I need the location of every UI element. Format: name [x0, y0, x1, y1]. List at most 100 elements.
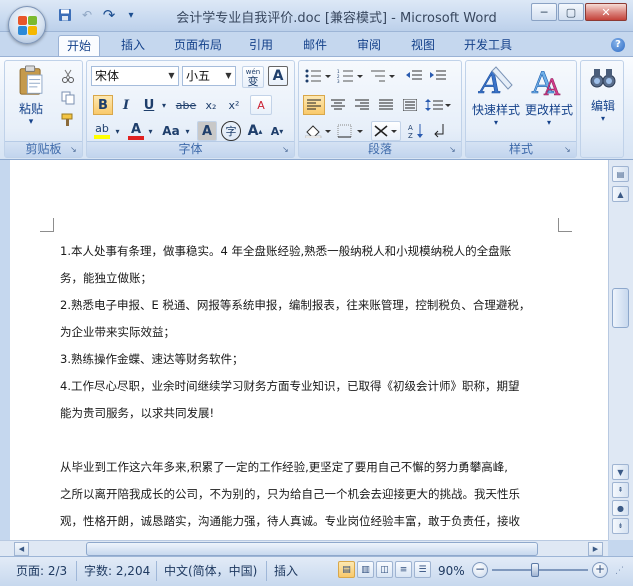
font-color-button[interactable]: A	[126, 121, 146, 141]
document-line[interactable]	[60, 427, 565, 454]
quick-styles-button[interactable]: A 快速样式 ▾	[469, 65, 523, 135]
minimize-button[interactable]: ─	[531, 3, 557, 21]
close-button[interactable]: ✕	[585, 3, 627, 21]
change-styles-button[interactable]: A A 更改样式 ▾	[522, 65, 576, 135]
document-line[interactable]: 3.熟练操作金蝶、速达等财务软件；	[60, 346, 565, 373]
enclose-characters-button[interactable]: 字	[221, 121, 241, 141]
document-line[interactable]: 2.熟悉电子申报、E 税通、网报等系统申报，编制报表，往来账管理，控制税负、合理…	[60, 292, 565, 319]
superscript-button[interactable]: x²	[224, 95, 244, 115]
multilevel-list-icon[interactable]	[367, 66, 397, 86]
editing-button[interactable]: 编辑 ▾	[583, 65, 623, 135]
scroll-up-button[interactable]: ▲	[612, 186, 629, 202]
copy-icon[interactable]	[59, 89, 77, 107]
resize-grip-icon[interactable]: ⋰	[615, 562, 624, 580]
show-marks-icon[interactable]	[429, 121, 451, 141]
tab-home[interactable]: 开始	[58, 35, 100, 56]
styles-launcher-icon[interactable]: ↘	[564, 145, 574, 155]
font-name-combo[interactable]: 宋体 ▼	[91, 66, 179, 86]
document-area[interactable]: 1.本人处事有条理，做事稳实。4 年全盘账经验,熟悉一般纳税人和小规模纳税人的全…	[0, 160, 608, 540]
highlight-button[interactable]: ab	[91, 121, 113, 141]
change-case-dropdown-icon[interactable]: ▾	[183, 121, 192, 141]
tab-references[interactable]: 引用	[240, 35, 282, 56]
align-center-icon[interactable]	[327, 95, 349, 115]
chinese-layout-icon[interactable]	[371, 121, 401, 141]
document-line[interactable]: 为企业带来实际效益；	[60, 319, 565, 346]
tab-page-layout[interactable]: 页面布局	[166, 35, 230, 56]
zoom-level[interactable]: 90%	[438, 562, 465, 580]
borders-icon[interactable]	[335, 121, 365, 141]
zoom-slider-thumb[interactable]	[530, 563, 539, 577]
document-line[interactable]: 1.本人处事有条理，做事稳实。4 年全盘账经验,熟悉一般纳税人和小规模纳税人的全…	[60, 238, 565, 265]
zoom-out-button[interactable]: −	[472, 562, 488, 578]
grow-font-button[interactable]: A ▴	[245, 121, 265, 141]
align-left-icon[interactable]	[303, 95, 325, 115]
bullets-icon[interactable]	[303, 66, 333, 86]
decrease-indent-icon[interactable]	[403, 66, 425, 86]
format-painter-icon[interactable]	[59, 111, 77, 129]
insert-mode-indicator[interactable]: 插入	[274, 562, 298, 580]
document-line[interactable]: 之所以离开陪我成长的公司，不为别的，只为给自己一个机会去迎接更大的挑战。我天性乐	[60, 481, 565, 508]
print-layout-view-icon[interactable]: ▤	[338, 561, 355, 578]
language-indicator[interactable]: 中文(简体，中国)	[164, 562, 257, 580]
clipboard-launcher-icon[interactable]: ↘	[70, 145, 80, 155]
italic-button[interactable]: I	[116, 95, 136, 115]
page-indicator[interactable]: 页面: 2/3	[16, 562, 67, 580]
font-size-combo[interactable]: 小五 ▼	[182, 66, 236, 86]
distributed-icon[interactable]	[399, 95, 421, 115]
tab-insert[interactable]: 插入	[112, 35, 154, 56]
character-shading-button[interactable]: A	[197, 121, 217, 141]
previous-page-icon[interactable]: ⇞	[612, 482, 629, 498]
document-line[interactable]: 观，性格开朗，诚恳踏实，沟通能力强，待人真诚。专业岗位经验丰富，敢于负责任，接收	[60, 508, 565, 535]
line-spacing-icon[interactable]	[423, 95, 453, 115]
scroll-left-button[interactable]: ◀	[14, 542, 29, 556]
tab-developer[interactable]: 开发工具	[456, 35, 520, 56]
vertical-scroll-thumb[interactable]	[612, 288, 629, 328]
tab-mailings[interactable]: 邮件	[294, 35, 336, 56]
underline-dropdown-icon[interactable]: ▾	[159, 95, 169, 115]
document-line[interactable]: 能为贵司服务，以求共同发展!	[60, 400, 565, 427]
vertical-scrollbar[interactable]: ▤ ▲ ▼ ⇞ ● ⇟	[608, 160, 633, 540]
zoom-slider[interactable]	[492, 569, 588, 571]
paste-button[interactable]: 粘贴 ▾	[11, 65, 51, 127]
draft-view-icon[interactable]: ☰	[414, 561, 431, 578]
browse-object-icon[interactable]: ●	[612, 500, 629, 516]
horizontal-scrollbar[interactable]: ◀ ▶	[0, 540, 608, 556]
document-line[interactable]: 务，能独立做账；	[60, 265, 565, 292]
shrink-font-button[interactable]: A ▾	[267, 121, 287, 141]
highlight-dropdown-icon[interactable]: ▾	[113, 121, 122, 141]
font-color-dropdown-icon[interactable]: ▾	[146, 121, 155, 141]
document-line[interactable]: 从毕业到工作这六年多来,积累了一定的工作经验,更坚定了要用自己不懈的努力勇攀高峰…	[60, 454, 565, 481]
web-layout-icon[interactable]: ◫	[376, 561, 393, 578]
document-body[interactable]: 1.本人处事有条理，做事稳实。4 年全盘账经验,熟悉一般纳税人和小规模纳税人的全…	[60, 238, 565, 535]
change-case-button[interactable]: Aa	[159, 121, 183, 141]
align-right-icon[interactable]	[351, 95, 373, 115]
zoom-in-button[interactable]: +	[592, 562, 608, 578]
shading-icon[interactable]	[303, 121, 333, 141]
character-border-button[interactable]: A	[268, 66, 288, 86]
next-page-icon[interactable]: ⇟	[612, 518, 629, 534]
help-icon[interactable]: ?	[611, 38, 625, 52]
strikethrough-button[interactable]: abe	[173, 95, 199, 115]
tab-review[interactable]: 审阅	[348, 35, 390, 56]
scroll-down-button[interactable]: ▼	[612, 464, 629, 480]
word-count[interactable]: 字数: 2,204	[84, 562, 150, 580]
full-screen-reading-icon[interactable]: ▥	[357, 561, 374, 578]
maximize-button[interactable]: ▢	[558, 3, 584, 21]
font-launcher-icon[interactable]: ↘	[282, 145, 292, 155]
justify-icon[interactable]	[375, 95, 397, 115]
subscript-button[interactable]: x₂	[201, 95, 221, 115]
document-line[interactable]: 4.工作尽心尽职，业余时间继续学习财务方面专业知识，已取得《初级会计师》职称，期…	[60, 373, 565, 400]
outline-view-icon[interactable]: ≡	[395, 561, 412, 578]
underline-button[interactable]: U	[139, 95, 159, 115]
clear-formatting-button[interactable]: A	[250, 95, 272, 115]
numbering-icon[interactable]: 123	[335, 66, 365, 86]
horizontal-scroll-thumb[interactable]	[86, 542, 538, 556]
ruler-toggle-icon[interactable]: ▤	[612, 166, 629, 182]
phonetic-guide-button[interactable]: wén 变	[242, 66, 264, 88]
office-button[interactable]	[8, 6, 46, 44]
scroll-right-button[interactable]: ▶	[588, 542, 603, 556]
increase-indent-icon[interactable]	[427, 66, 449, 86]
bold-button[interactable]: B	[93, 95, 113, 115]
paragraph-launcher-icon[interactable]: ↘	[449, 145, 459, 155]
tab-view[interactable]: 视图	[402, 35, 444, 56]
